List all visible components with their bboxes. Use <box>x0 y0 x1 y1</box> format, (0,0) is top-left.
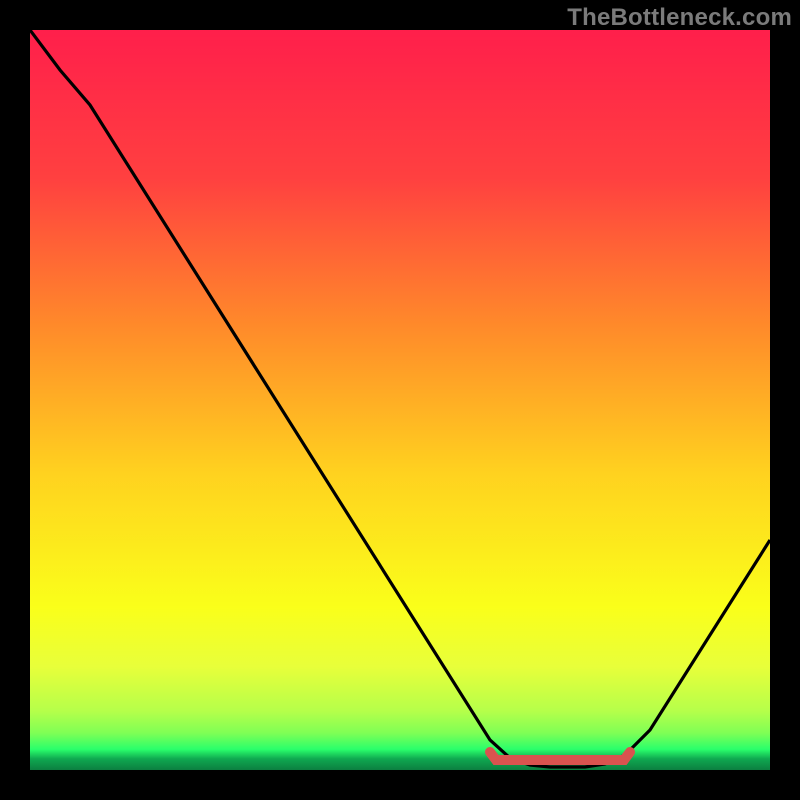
bottleneck-chart <box>30 30 770 770</box>
chart-frame <box>30 30 770 770</box>
gradient-background <box>30 30 770 770</box>
watermark-text: TheBottleneck.com <box>567 4 792 32</box>
